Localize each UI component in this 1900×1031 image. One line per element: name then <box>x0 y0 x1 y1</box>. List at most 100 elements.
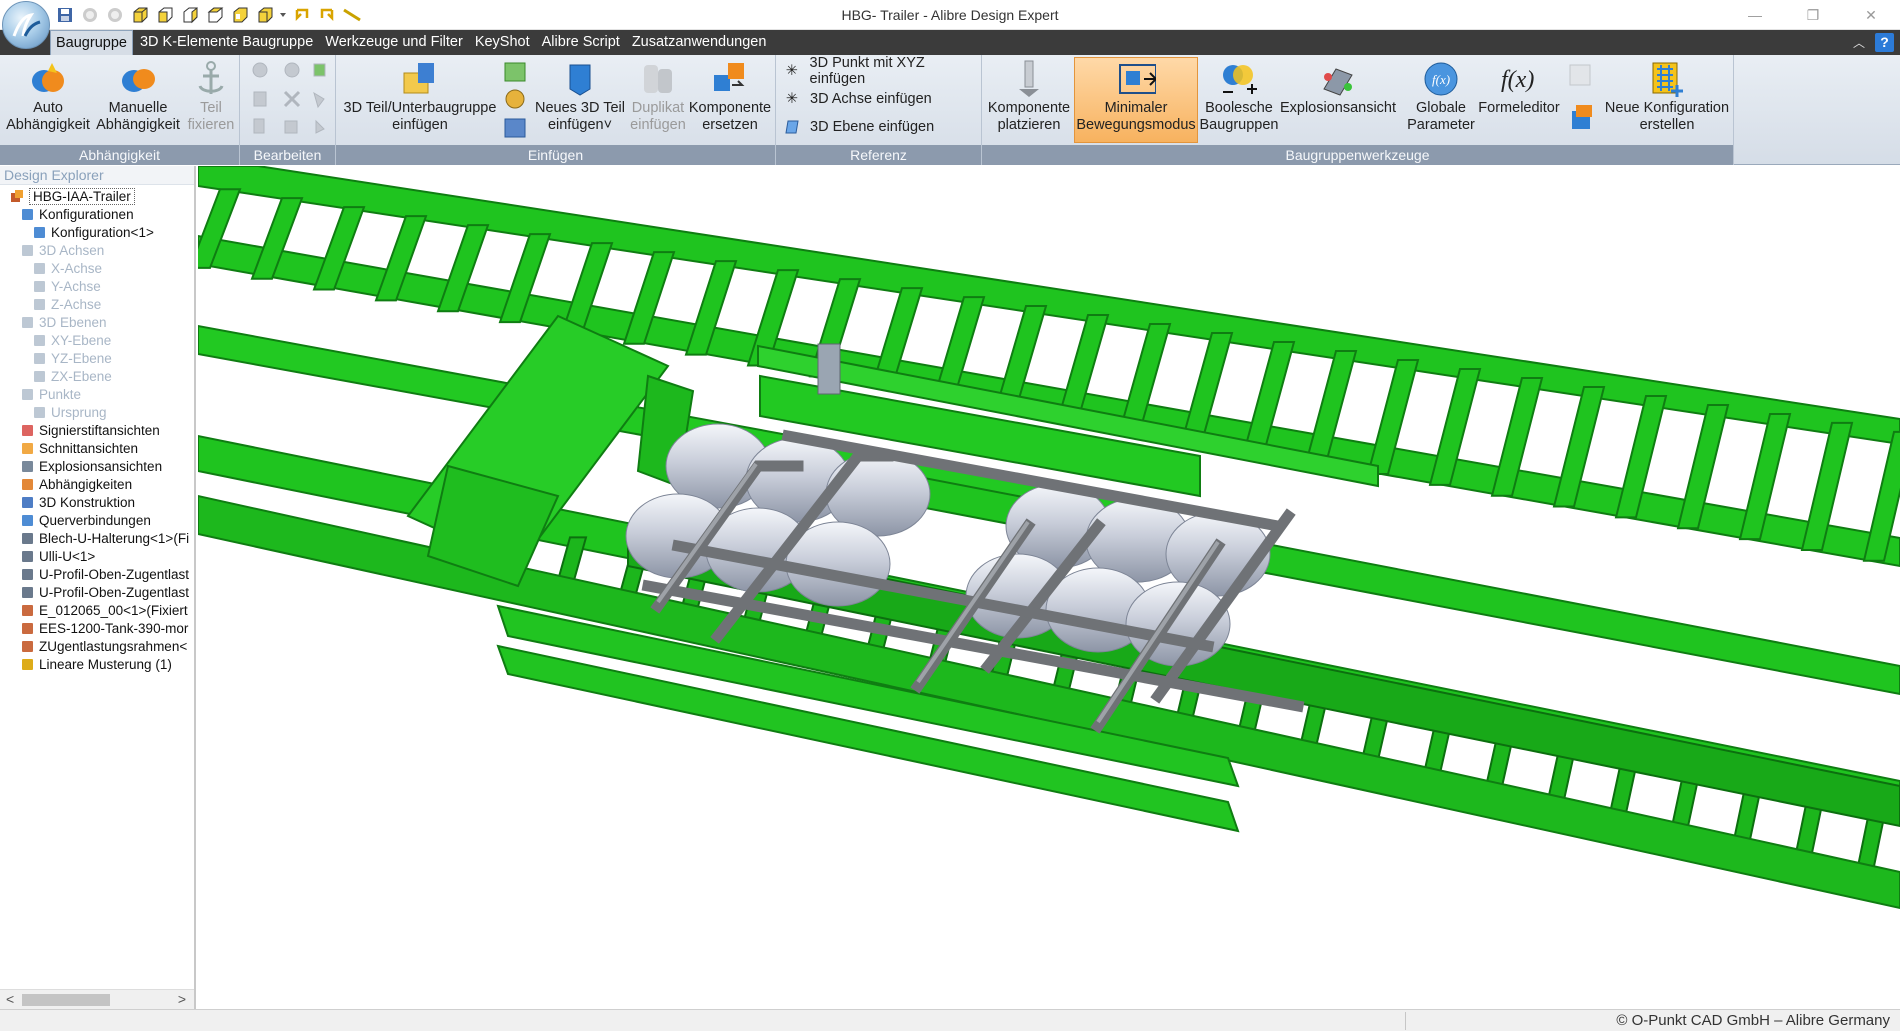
tree-item[interactable]: Signierstiftansichten <box>20 420 160 440</box>
tab-werkzeuge[interactable]: Werkzeuge und Filter <box>320 30 468 55</box>
exploded-views-icon <box>20 459 34 473</box>
group-baugruppenwerkzeuge: Komponente platzieren Minimaler Bewegungsm… <box>982 55 1734 165</box>
tree-item[interactable]: X-Achse <box>32 258 102 278</box>
3d-viewport[interactable] <box>198 166 1900 1009</box>
tree-item-label: YZ-Ebene <box>51 350 112 366</box>
group-bearbeiten: Bearbeiten <box>240 55 336 165</box>
collapse-ribbon-icon[interactable]: ︿ <box>1853 34 1865 51</box>
tree-item[interactable]: Abhängigkeiten <box>20 474 132 494</box>
tree-item[interactable]: 3D Achsen <box>20 240 104 260</box>
auto-constraint-icon <box>28 58 68 100</box>
tree-item[interactable]: Blech-U-Halterung<1>(Fi <box>20 528 189 548</box>
tab-3d-k-elemente[interactable]: 3D K-Elemente Baugruppe <box>135 30 318 55</box>
tab-zusatzanwendungen[interactable]: Zusatzanwendungen <box>627 30 772 55</box>
help-icon[interactable]: ? <box>1875 33 1894 52</box>
group-abhaengigkeit: Auto Abhängigkeit Manuelle Abhängigkeit Te… <box>0 55 240 165</box>
insert-point-button[interactable]: ✳ 3D Punkt mit XYZ einfügen <box>780 55 981 87</box>
tree-item[interactable]: Z-Achse <box>32 294 101 314</box>
origin-icon <box>32 405 46 419</box>
minimize-button[interactable]: — <box>1726 0 1784 30</box>
group-einfuegen: 3D Teil/Unterbaugruppe einfügen Neues 3D … <box>336 55 776 165</box>
assembly-icon <box>20 639 34 653</box>
tree-item-label: X-Achse <box>51 260 103 276</box>
edit-tools-icon[interactable] <box>246 61 332 141</box>
tree-item[interactable]: ZUgentlastungsrahmen< <box>20 636 187 656</box>
tab-baugruppe[interactable]: Baugruppe <box>50 30 133 55</box>
new-configuration-button[interactable]: Neue Konfiguration erstellen <box>1602 58 1732 134</box>
scroll-right-icon[interactable]: > <box>178 991 186 1007</box>
part-icon <box>20 531 34 545</box>
planes-icon <box>20 315 34 329</box>
pattern-icon <box>20 657 34 671</box>
tree-item[interactable]: E_012065_00<1>(Fixiert <box>20 600 188 620</box>
duplicate-icon <box>638 58 678 100</box>
assembly-icon <box>10 189 24 203</box>
ribbon-tab-bar: Baugruppe 3D K-Elemente Baugruppe Werkze… <box>0 30 1900 55</box>
tree-item-label: ZUgentlastungsrahmen< <box>39 638 188 654</box>
tree-item[interactable]: Konfigurationen <box>20 204 134 224</box>
tree-item-label: Y-Achse <box>51 278 101 294</box>
insert-axis-button[interactable]: ✳ 3D Achse einfügen <box>780 88 932 110</box>
tree-item-label: XY-Ebene <box>51 332 112 348</box>
app-logo[interactable] <box>2 1 50 49</box>
tree-item[interactable]: EES-1200-Tank-390-mor <box>20 618 188 638</box>
tree-root[interactable]: HBG-IAA-Trailer <box>10 186 135 206</box>
manual-constraint-button[interactable]: Manuelle Abhängigkeit <box>92 58 184 134</box>
tree-item-label: Querverbindungen <box>39 512 151 528</box>
tree-item[interactable]: Konfiguration<1> <box>32 222 154 242</box>
tree-item-label: Konfigurationen <box>39 206 134 222</box>
insert-small-icons[interactable] <box>502 61 530 141</box>
tree-item[interactable]: Ursprung <box>32 402 107 422</box>
tree-item[interactable]: XY-Ebene <box>32 330 111 350</box>
minimal-motion-mode-button[interactable]: Minimaler Bewegungsmodus <box>1074 57 1198 143</box>
tree-item[interactable]: U-Profil-Oben-Zugentlast <box>20 564 189 584</box>
new-part-button[interactable]: Neues 3D Teil einfügen˅ <box>532 58 628 134</box>
tree-item-label: Lineare Musterung (1) <box>39 656 172 672</box>
trailer-model-render[interactable] <box>198 166 1900 1009</box>
tab-alibre-script[interactable]: Alibre Script <box>537 30 625 55</box>
tree-item[interactable]: Querverbindungen <box>20 510 151 530</box>
close-button[interactable]: ✕ <box>1842 0 1900 30</box>
tree-item[interactable]: 3D Konstruktion <box>20 492 135 512</box>
tab-keyshot[interactable]: KeyShot <box>470 30 535 55</box>
tree-item[interactable]: Schnittansichten <box>20 438 138 458</box>
new-configuration-icon <box>1647 58 1687 100</box>
replace-component-button[interactable]: Komponente ersetzen <box>686 58 774 134</box>
tree-item-label: Konfiguration<1> <box>51 224 154 240</box>
fix-part-button[interactable]: Teil fixieren <box>186 58 236 134</box>
auto-constraint-button[interactable]: Auto Abhängigkeit <box>4 58 92 134</box>
tree-item[interactable]: YZ-Ebene <box>32 348 112 368</box>
tree-item[interactable]: Explosionsansichten <box>20 456 162 476</box>
horizontal-scrollbar[interactable]: < > <box>0 989 194 1009</box>
assembly-icon <box>20 603 34 617</box>
axes-icon <box>20 243 34 257</box>
scroll-left-icon[interactable]: < <box>6 991 14 1007</box>
insert-plane-button[interactable]: 3D Ebene einfügen <box>780 116 934 138</box>
restore-button[interactable]: ❐ <box>1784 0 1842 30</box>
place-component-button[interactable]: Komponente platzieren <box>984 58 1074 134</box>
tree-item[interactable]: Punkte <box>20 384 81 404</box>
tree-root-label: HBG-IAA-Trailer <box>29 187 135 205</box>
formula-editor-button[interactable]: f(x) Formeleditor <box>1474 58 1564 117</box>
group-label-einfuegen: Einfügen <box>336 145 775 165</box>
duplicate-button[interactable]: Duplikat einfügen <box>624 58 692 134</box>
group-label-bearbeiten: Bearbeiten <box>240 145 335 165</box>
formula-icon: f(x) <box>1499 58 1539 100</box>
exploded-view-button[interactable]: Explosionsansicht <box>1276 58 1400 117</box>
tree-item[interactable]: U-Profil-Oben-Zugentlast <box>20 582 189 602</box>
svg-text:f(x): f(x) <box>1501 67 1534 93</box>
scrollbar-thumb[interactable] <box>22 994 110 1006</box>
tree-item[interactable]: Ulli-U<1> <box>20 546 95 566</box>
config-small-icons[interactable] <box>1566 61 1596 141</box>
part-icon <box>20 567 34 581</box>
tree-item[interactable]: Y-Achse <box>32 276 101 296</box>
tree-item[interactable]: Lineare Musterung (1) <box>20 654 172 674</box>
tree-item[interactable]: 3D Ebenen <box>20 312 107 332</box>
axis-icon <box>32 279 46 293</box>
boolean-assemblies-button[interactable]: Boolesche Baugruppen <box>1198 58 1280 134</box>
axis-icon: ✳ <box>785 91 799 107</box>
tree-item[interactable]: ZX-Ebene <box>32 366 112 386</box>
status-divider <box>1405 1012 1406 1030</box>
insert-part-subassembly-button[interactable]: 3D Teil/Unterbaugruppe einfügen <box>340 58 500 134</box>
global-parameters-button[interactable]: f(x) Globale Parameter <box>1402 58 1480 134</box>
